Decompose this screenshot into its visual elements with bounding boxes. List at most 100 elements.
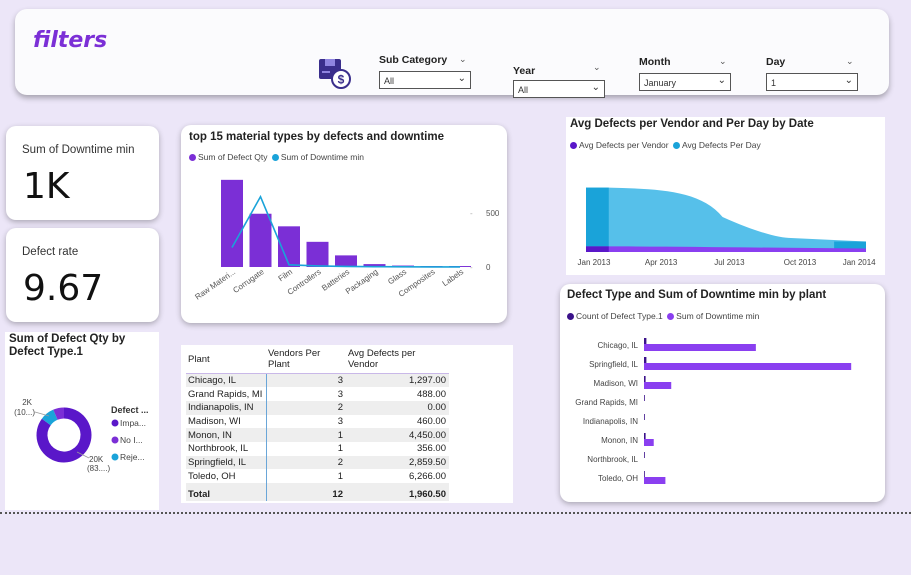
tick-mark: - — [470, 209, 473, 218]
package-dollar-icon: $ — [319, 59, 351, 89]
area-highlight — [586, 246, 609, 252]
y-tick-label: Madison, WI — [594, 379, 638, 388]
bar-downtime — [644, 382, 672, 389]
table-row[interactable]: Northbrook, IL 1 356.00 — [186, 441, 449, 456]
bar-count — [644, 414, 645, 420]
table-cell: 460.00 — [416, 415, 446, 427]
legend-marker — [111, 436, 119, 444]
data-label: 20K — [89, 455, 104, 464]
x-tick-label: Jan 2013 — [578, 258, 611, 267]
slicer-label: Sub Category — [379, 54, 448, 66]
table-row[interactable]: Indianapolis, IN 2 0.00 — [186, 400, 449, 415]
chevron-down-icon[interactable]: ⌄ — [719, 56, 727, 67]
legend-marker — [111, 419, 119, 427]
bar-count — [644, 338, 647, 344]
area-highlight — [586, 187, 609, 252]
tick-mark: - — [470, 263, 473, 272]
bar-count — [644, 452, 645, 458]
page-boundary-divider — [0, 512, 911, 514]
kpi-card-downtime[interactable]: Sum of Downtime min 1K — [6, 126, 159, 220]
svg-text:$: $ — [338, 73, 345, 87]
bar — [335, 255, 357, 267]
kpi-value: 1K — [23, 166, 70, 207]
chevron-down-icon: ⌄ — [591, 82, 600, 93]
y-tick-label: 0 — [486, 263, 491, 272]
x-tick-label: Raw Materi... — [193, 267, 237, 301]
slicer-year[interactable]: Year ⌄ All ⌄ — [513, 62, 605, 100]
column-header[interactable]: Vendors Per Plant — [266, 348, 346, 374]
chart-title: Sum of Defect Qty by Defect Type.1 — [9, 333, 126, 358]
slicer-dropdown[interactable]: All ⌄ — [513, 80, 605, 98]
bar — [221, 179, 243, 267]
vendor-day-chart[interactable]: Jan 2013 Apr 2013 Jul 2013 Oct 2013 Jan 2014 — [566, 152, 885, 274]
table-cell: Indianapolis, IN — [186, 400, 267, 415]
table-cell: 12 — [266, 483, 346, 501]
table-row[interactable]: Madison, WI 3 460.00 — [186, 414, 449, 429]
bar-count — [644, 433, 646, 439]
plant-table[interactable]: Plant Vendors Per Plant Avg Defects per … — [186, 348, 449, 501]
kpi-card-defect-rate[interactable]: Defect rate 9.67 — [6, 228, 159, 322]
y-tick-label: Northbrook, IL — [587, 455, 638, 464]
legend-marker — [567, 313, 574, 320]
x-tick-label: Film — [277, 267, 295, 283]
x-tick-label: Oct 2013 — [784, 258, 817, 267]
x-tick-label: Apr 2013 — [645, 258, 678, 267]
slicer-dropdown[interactable]: 1 ⌄ — [766, 73, 858, 91]
bar-downtime — [644, 477, 666, 484]
defect-type-donut-chart[interactable]: 2K(10...) 20K(83....) Defect ... Impa... No … — [5, 390, 159, 480]
x-tick-label: Packaging — [344, 267, 380, 296]
chevron-down-icon[interactable]: ⌄ — [593, 62, 601, 73]
table-row[interactable]: Monon, IN 1 4,450.00 — [186, 428, 449, 442]
chevron-down-icon: ⌄ — [717, 75, 726, 86]
legend-marker — [111, 453, 119, 461]
x-tick-label: Glass — [386, 267, 408, 286]
legend-item: Reje... — [120, 452, 145, 462]
slicer-month[interactable]: Month ⌄ January ⌄ — [639, 56, 731, 94]
legend-item: Count of Defect Type.1 — [576, 311, 663, 321]
slicer-day[interactable]: Day ⌄ 1 ⌄ — [766, 56, 858, 94]
chart-title: top 15 material types by defects and dow… — [189, 131, 444, 143]
bar-count — [644, 471, 645, 477]
slicer-dropdown[interactable]: January ⌄ — [639, 73, 731, 91]
table-cell: Toledo, OH — [186, 469, 267, 483]
table-cell: 1 — [266, 428, 346, 442]
table-row[interactable]: Chicago, IL 3 1,297.00 — [186, 373, 449, 388]
table-cell: 2,859.50 — [346, 455, 449, 470]
data-label: (10...) — [14, 408, 35, 417]
y-tick-label: Chicago, IL — [598, 341, 639, 350]
data-label: (83....) — [87, 464, 110, 473]
table-cell: 0.00 — [346, 400, 449, 415]
bar-count — [644, 357, 647, 363]
slicer-value: All — [384, 76, 395, 86]
y-tick-label: 500 — [486, 209, 500, 218]
column-header[interactable]: Plant — [186, 348, 266, 374]
bar-count — [644, 376, 646, 382]
column-header[interactable]: Avg Defects per Vendor — [346, 348, 449, 374]
material-types-chart[interactable]: Raw Materi...Corrugate FilmControllersBat… — [181, 160, 507, 320]
table-cell: 6,266.00 — [409, 470, 446, 482]
chevron-down-icon[interactable]: ⌄ — [459, 54, 467, 65]
table-cell: 488.00 — [416, 388, 446, 400]
chevron-down-icon[interactable]: ⌄ — [846, 56, 854, 67]
table-row[interactable]: Springfield, IL 2 2,859.50 — [186, 455, 449, 470]
table-cell: 3 — [337, 415, 343, 427]
slicer-label: Year — [513, 65, 536, 77]
x-tick-label: Jul 2013 — [714, 258, 745, 267]
slicer-value: 1 — [771, 78, 777, 88]
chart-title: Avg Defects per Vendor and Per Day by Da… — [570, 118, 814, 130]
table-total-row[interactable]: Total 12 1,960.50 — [186, 483, 449, 501]
bar-downtime — [644, 439, 654, 446]
bar-downtime — [644, 363, 852, 370]
slicer-sub-category[interactable]: Sub Category ⌄ All ⌄ — [379, 54, 471, 92]
table-row[interactable]: Grand Rapids, MI 3 488.00 — [186, 387, 449, 401]
chevron-down-icon: ⌄ — [457, 73, 466, 84]
table-cell: 1,960.50 — [346, 483, 449, 501]
plant-bars-chart[interactable]: Chicago, IL Springfield, IL Madison, WI Gra… — [560, 330, 885, 500]
x-tick-label: Corrugate — [231, 267, 266, 295]
y-tick-label: Toledo, OH — [598, 474, 638, 483]
table-row[interactable]: Toledo, OH 1 6,266.00 — [186, 469, 449, 483]
area-avg-defects-per-day — [586, 187, 866, 252]
filters-title: filters — [33, 28, 108, 53]
chart-legend: Count of Defect Type.1 Sum of Downtime m… — [567, 311, 759, 321]
slicer-dropdown[interactable]: All ⌄ — [379, 71, 471, 89]
